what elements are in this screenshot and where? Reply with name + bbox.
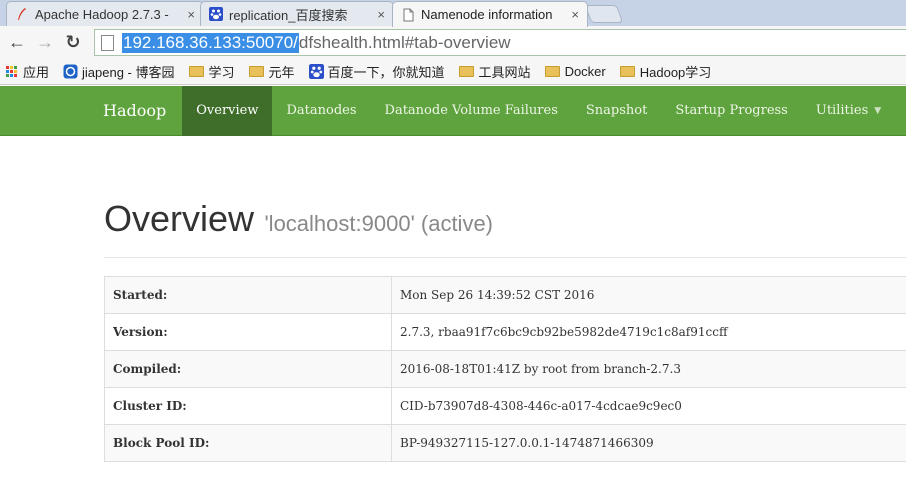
close-icon[interactable]: × xyxy=(377,7,385,22)
nav-snapshot[interactable]: Snapshot xyxy=(572,86,661,136)
caret-down-icon: ▼ xyxy=(874,105,882,116)
page-header: Overview 'localhost:9000' (active) xyxy=(104,198,493,240)
nav-startup-progress[interactable]: Startup Progress xyxy=(661,86,802,136)
overview-info-table: Started: Mon Sep 26 14:39:52 CST 2016 Ve… xyxy=(104,276,906,462)
tab-namenode-information[interactable]: Namenode information × xyxy=(392,1,588,27)
browser-toolbar: ← → ↻ 192.168.36.133:50070/ dfshealth.ht… xyxy=(0,26,906,58)
row-key: Version: xyxy=(104,313,392,351)
url-path: dfshealth.html#tab-overview xyxy=(298,32,511,52)
table-row: Compiled: 2016-08-18T01:41Z by root from… xyxy=(104,350,906,388)
nav-label: Startup Progress xyxy=(675,103,788,118)
hadoop-feather-icon xyxy=(18,8,26,20)
site-icon xyxy=(63,64,78,78)
hadoop-navbar: Hadoop Overview Datanodes Datanode Volum… xyxy=(0,85,906,136)
row-key: Compiled: xyxy=(104,350,392,388)
row-value: BP-949327115-127.0.0.1-1474871466309 xyxy=(391,424,906,462)
row-key: Block Pool ID: xyxy=(104,424,392,462)
apps-icon xyxy=(6,65,17,77)
table-row: Block Pool ID: BP-949327115-127.0.0.1-14… xyxy=(104,424,906,462)
page-icon xyxy=(403,8,414,21)
bookmark-label: 工具网站 xyxy=(478,64,531,80)
nav-datanodes[interactable]: Datanodes xyxy=(272,86,370,136)
page-icon xyxy=(101,34,114,51)
bookmarks-bar: 应用 jiapeng - 博客园 学习 元年 百度一下，你就知道 工具网站 Do… xyxy=(0,58,906,85)
nav-label: Datanodes xyxy=(286,103,357,118)
browser-tab-strip: Apache Hadoop 2.7.3 - × replication_百度搜索… xyxy=(0,0,906,27)
row-value: 2.7.3, rbaa91f7c6bc9cb92be5982de4719c1c8… xyxy=(391,313,906,351)
bookmark-label: 元年 xyxy=(268,64,295,80)
row-key: Cluster ID: xyxy=(104,387,392,425)
bookmark-folder-study[interactable]: 学习 xyxy=(188,62,235,81)
table-row: Cluster ID: CID-b73907d8-4308-446c-a017-… xyxy=(104,387,906,425)
header-divider xyxy=(104,257,906,258)
folder-icon xyxy=(619,65,635,77)
close-icon[interactable]: × xyxy=(571,7,579,22)
forward-button[interactable]: → xyxy=(34,30,56,54)
tab-apache-hadoop[interactable]: Apache Hadoop 2.7.3 - × xyxy=(6,1,204,26)
url-host: 192.168.36.133:50070/ xyxy=(122,32,299,53)
bookmark-jiapeng-blog[interactable]: jiapeng - 博客园 xyxy=(63,62,175,81)
bookmark-folder-tools[interactable]: 工具网站 xyxy=(458,62,531,81)
page-title: Overview xyxy=(104,198,255,239)
nav-datanode-volume-failures[interactable]: Datanode Volume Failures xyxy=(371,86,572,136)
bookmark-label: Docker xyxy=(564,63,606,79)
nav-label: Overview xyxy=(196,103,259,118)
bookmark-baidu[interactable]: 百度一下，你就知道 xyxy=(308,62,445,81)
bookmark-folder-yuannian[interactable]: 元年 xyxy=(248,62,295,81)
folder-icon xyxy=(544,65,560,77)
bookmark-folder-hadoop[interactable]: Hadoop学习 xyxy=(619,62,712,81)
table-row: Started: Mon Sep 26 14:39:52 CST 2016 xyxy=(104,276,906,314)
bookmark-label: jiapeng - 博客园 xyxy=(82,64,175,80)
nav-label: Utilities xyxy=(815,103,869,118)
folder-icon xyxy=(188,65,204,77)
row-key: Started: xyxy=(104,276,392,314)
baidu-paw-icon xyxy=(209,7,223,21)
tab-title: Namenode information xyxy=(421,7,553,22)
row-value: Mon Sep 26 14:39:52 CST 2016 xyxy=(391,276,906,314)
close-icon[interactable]: × xyxy=(187,7,195,22)
page-subtitle: 'localhost:9000' (active) xyxy=(264,211,494,236)
nav-label: Snapshot xyxy=(585,103,648,118)
bookmark-label: 应用 xyxy=(23,64,50,80)
row-value: CID-b73907d8-4308-446c-a017-4cdcae9c9ec0 xyxy=(391,387,906,425)
back-button[interactable]: ← xyxy=(6,30,28,54)
row-value: 2016-08-18T01:41Z by root from branch-2.… xyxy=(391,350,906,388)
folder-icon xyxy=(248,65,264,77)
tab-title: replication_百度搜索 xyxy=(229,7,348,23)
nav-overview[interactable]: Overview xyxy=(182,85,273,136)
bookmark-folder-docker[interactable]: Docker xyxy=(544,63,606,79)
reload-button[interactable]: ↻ xyxy=(62,30,84,54)
baidu-paw-icon xyxy=(308,63,324,79)
address-bar[interactable]: 192.168.36.133:50070/ dfshealth.html#tab… xyxy=(94,29,906,56)
tab-replication-search[interactable]: replication_百度搜索 × xyxy=(200,1,394,26)
bookmark-apps[interactable]: 应用 xyxy=(6,62,49,81)
folder-icon xyxy=(458,65,474,77)
tab-title: Apache Hadoop 2.7.3 - xyxy=(35,6,169,22)
bookmark-label: 百度一下，你就知道 xyxy=(327,64,445,80)
nav-utilities-dropdown[interactable]: Utilities ▼ xyxy=(802,86,895,136)
new-tab-button[interactable] xyxy=(584,5,624,23)
nav-label: Datanode Volume Failures xyxy=(384,103,558,118)
bookmark-label: Hadoop学习 xyxy=(639,64,712,80)
bookmark-label: 学习 xyxy=(208,64,235,80)
navbar-brand[interactable]: Hadoop xyxy=(103,101,166,120)
table-row: Version: 2.7.3, rbaa91f7c6bc9cb92be5982d… xyxy=(104,313,906,351)
